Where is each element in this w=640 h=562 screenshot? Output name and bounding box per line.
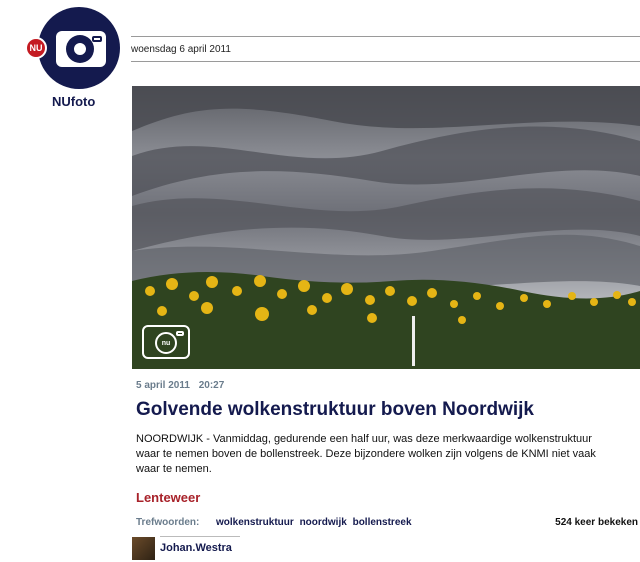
author-avatar[interactable]: [132, 537, 155, 560]
tags-label: Trefwoorden:: [136, 517, 200, 528]
author-link[interactable]: Johan.Westra: [160, 542, 232, 554]
nufoto-logo[interactable]: [38, 7, 120, 89]
body-line: waar te nemen.: [136, 463, 212, 475]
body-line: waar te nemen boven de bollenstreek. Dez…: [136, 448, 596, 460]
tag-link[interactable]: noordwijk: [300, 517, 347, 528]
article-date: 5 april 2011: [136, 380, 190, 391]
article-time: 20:27: [198, 380, 225, 391]
article-photo[interactable]: nu: [132, 86, 640, 369]
divider: [160, 536, 240, 537]
tag-link[interactable]: wolkenstruktuur: [216, 517, 294, 528]
photo-image: [132, 86, 640, 369]
article-meta: 5 april 2011 20:27: [136, 380, 224, 391]
brand-name[interactable]: NUfoto: [52, 94, 108, 109]
divider: [131, 36, 640, 37]
category-link[interactable]: Lenteweer: [136, 490, 200, 505]
nu-badge: NU: [25, 37, 47, 59]
article-title[interactable]: Golvende wolkenstruktuur boven Noordwijk: [136, 399, 534, 421]
tag-link[interactable]: bollenstreek: [353, 517, 412, 528]
tags-list: wolkenstruktuur noordwijk bollenstreek: [216, 517, 415, 528]
body-line: NOORDWIJK - Vanmiddag, gedurende een hal…: [136, 433, 592, 445]
view-count: 524 keer bekeken: [555, 517, 638, 528]
camera-icon: [56, 31, 106, 67]
photo-watermark-icon: nu: [142, 325, 190, 359]
current-date: woensdag 6 april 2011: [131, 44, 231, 55]
article-body: NOORDWIJK - Vanmiddag, gedurende een hal…: [136, 432, 640, 477]
divider: [131, 61, 640, 62]
